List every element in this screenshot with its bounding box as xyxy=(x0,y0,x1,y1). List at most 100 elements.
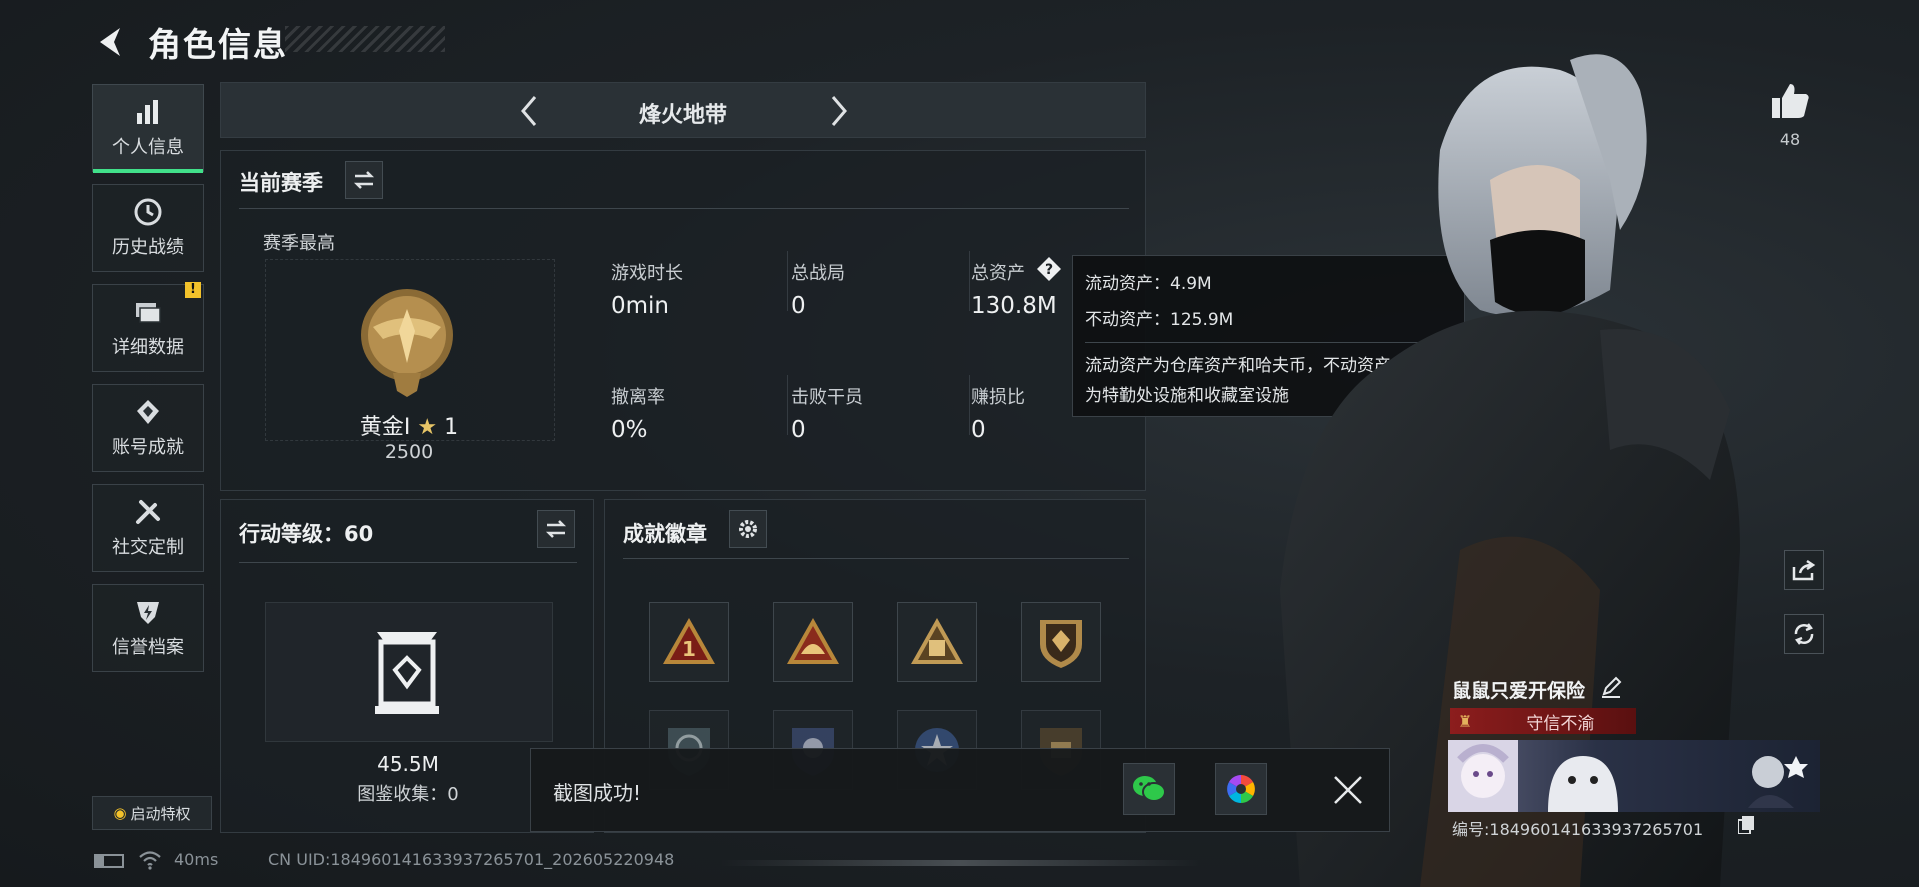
triangle-helmet-badge-icon xyxy=(787,618,839,664)
stat-value: 0min xyxy=(611,293,670,319)
clock-icon xyxy=(134,198,162,226)
home-indicator xyxy=(720,860,1200,866)
chevron-right-icon[interactable] xyxy=(819,91,857,131)
uid-watermark: CN UID:184960141633937265701_20260522094… xyxy=(268,850,675,869)
star-icon: ★ xyxy=(417,415,438,440)
bar-chart-icon xyxy=(137,100,158,124)
rank-line: 黄金I ★ 1 xyxy=(221,409,597,441)
like-count: 48 xyxy=(1779,130,1801,149)
nav-label: 个人信息 xyxy=(112,137,184,158)
nav-item-credit-profile[interactable]: 信誉档案 xyxy=(92,584,204,672)
wechat-share-button[interactable] xyxy=(1123,763,1175,815)
wechat-icon xyxy=(1133,776,1166,802)
svg-text:1: 1 xyxy=(682,637,696,661)
like-button[interactable] xyxy=(1768,80,1812,124)
title-decoration xyxy=(285,26,445,52)
moments-icon xyxy=(1227,775,1255,803)
toast-message: 截图成功! xyxy=(553,781,642,805)
copy-uid-button[interactable] xyxy=(1737,816,1756,836)
share-button[interactable] xyxy=(1784,550,1824,590)
swap-icon xyxy=(353,171,375,189)
help-icon[interactable]: ? xyxy=(1035,255,1063,283)
stat-label: 游戏时长 xyxy=(611,263,683,284)
nav-label: 详细数据 xyxy=(112,337,184,358)
pencil-icon xyxy=(1602,676,1622,698)
nav-item-history[interactable]: 历史战绩 xyxy=(92,184,204,272)
nav-label: 信誉档案 xyxy=(112,637,184,658)
rank-name: 黄金I xyxy=(359,415,411,440)
tag-emblem-icon: ♜ xyxy=(1458,711,1473,731)
close-icon[interactable] xyxy=(1331,773,1365,807)
edit-name-button[interactable] xyxy=(1600,676,1624,700)
season-best-label: 赛季最高 xyxy=(263,233,335,254)
nav-item-social-custom[interactable]: 社交定制 xyxy=(92,484,204,572)
nav-item-detailed-data[interactable]: ! 详细数据 xyxy=(92,282,204,372)
collection-cabinet-icon xyxy=(375,632,439,714)
nav-label: 社交定制 xyxy=(112,537,184,558)
divider xyxy=(623,558,1129,559)
achievement-badge[interactable]: 1 xyxy=(649,602,729,682)
divider xyxy=(239,562,577,563)
mode-selector: 烽火地带 xyxy=(220,82,1146,138)
stat-value: 0% xyxy=(611,417,648,443)
warning-badge: ! xyxy=(185,282,201,298)
achievement-icon xyxy=(137,400,159,424)
mode-title: 烽火地带 xyxy=(638,103,727,128)
screenshot-toast: 截图成功! xyxy=(530,748,1390,832)
achievement-settings-button[interactable] xyxy=(729,510,767,548)
swap-icon xyxy=(545,520,567,538)
nav-label: 历史战绩 xyxy=(112,237,184,258)
level-title: 行动等级：60 xyxy=(239,522,374,546)
tag-text: 守信不渝 xyxy=(1526,713,1595,734)
banner-ghost-icon xyxy=(1548,756,1618,812)
profile-banner xyxy=(1448,740,1820,812)
stat-label: 击败干员 xyxy=(791,387,863,408)
refresh-icon xyxy=(1794,623,1814,645)
shield-bolt-icon xyxy=(137,602,159,624)
stat-label: 赚损比 xyxy=(971,387,1025,408)
nav-item-achievements[interactable]: 账号成就 xyxy=(92,384,204,472)
divider xyxy=(239,208,1129,209)
stat-label: 总战局 xyxy=(791,263,845,284)
title-tag: ♜ 守信不渝 xyxy=(1450,708,1636,734)
season-panel: 当前赛季 赛季最高 黄金I ★ 1 2500 游戏时长 0min 总战局 0 总… xyxy=(220,150,1146,491)
back-arrow-icon[interactable] xyxy=(92,22,126,62)
achievement-badge[interactable] xyxy=(773,602,853,682)
moments-share-button[interactable] xyxy=(1215,763,1267,815)
refresh-button[interactable] xyxy=(1784,614,1824,654)
stat-label: 总资产 xyxy=(971,263,1025,284)
svg-text:?: ? xyxy=(1045,262,1053,278)
gold-rank-emblem-icon xyxy=(361,289,453,397)
stat-label: 撤离率 xyxy=(611,387,665,408)
stat-value: 130.8M xyxy=(971,293,1057,319)
nav-item-personal-info[interactable]: 个人信息 xyxy=(92,84,204,173)
shield-gem-badge-icon xyxy=(1040,620,1082,668)
avatar[interactable] xyxy=(1448,740,1518,812)
stat-value: 0 xyxy=(971,417,986,443)
stat-value: 0 xyxy=(791,293,806,319)
thumbs-up-icon xyxy=(1772,84,1809,118)
season-title: 当前赛季 xyxy=(239,171,323,195)
gear-icon xyxy=(739,520,757,538)
achievement-badge[interactable] xyxy=(1021,602,1101,682)
achievement-badge[interactable] xyxy=(897,602,977,682)
tools-icon xyxy=(136,500,160,524)
triangle-one-badge-icon: 1 xyxy=(663,618,715,664)
player-uid: 编号:184960141633937265701 xyxy=(1452,820,1704,839)
divider xyxy=(969,375,970,435)
player-name: 鼠鼠只爱开保险 xyxy=(1452,680,1586,702)
copy-icon xyxy=(1737,816,1754,835)
folders-icon xyxy=(136,303,161,323)
divider xyxy=(969,251,970,311)
page-title: 角色信息 xyxy=(148,25,288,64)
privilege-icon: ◉ xyxy=(113,804,127,822)
battery-icon xyxy=(94,854,124,868)
season-switch-button[interactable] xyxy=(345,161,383,199)
achievement-title: 成就徽章 xyxy=(623,522,707,546)
level-switch-button[interactable] xyxy=(537,510,575,548)
rank-stars: 1 xyxy=(444,415,459,440)
privilege-label: 启动特权 xyxy=(130,804,191,823)
banner-character-icon xyxy=(1748,756,1808,808)
launch-privilege-button[interactable]: ◉ 启动特权 xyxy=(92,796,212,830)
stat-value: 0 xyxy=(791,417,806,443)
